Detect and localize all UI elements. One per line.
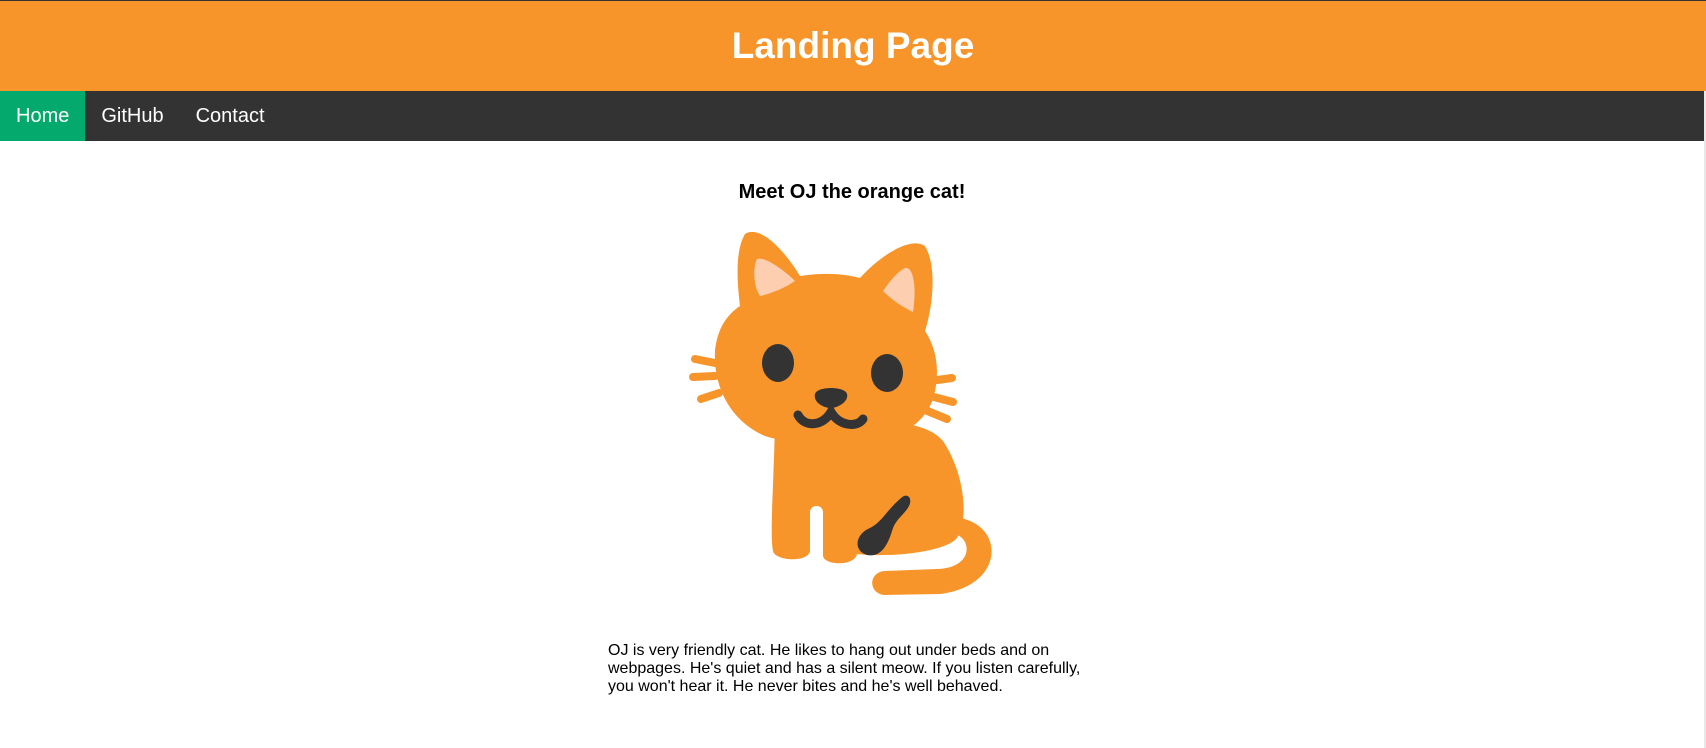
main-content: Meet OJ the orange cat! OJ is very frien…: [0, 141, 1704, 748]
landing-page: Landing Page Home GitHub Contact Meet OJ…: [0, 0, 1706, 748]
nav-item-contact[interactable]: Contact: [180, 91, 281, 141]
cat-description: OJ is very friendly cat. He likes to han…: [608, 642, 1081, 695]
cat-eye-left: [762, 344, 794, 382]
whiskers-left: [689, 355, 723, 403]
cat-heading: Meet OJ the orange cat!: [738, 181, 966, 203]
orange-cat-icon: [689, 231, 992, 595]
nav-item-home[interactable]: Home: [0, 91, 86, 141]
leg-gap: [810, 506, 823, 561]
cat-eye-right: [871, 354, 903, 392]
nav-item-github[interactable]: GitHub: [85, 91, 179, 141]
page-header: Landing Page: [0, 1, 1706, 91]
top-navbar: Home GitHub Contact: [0, 91, 1704, 141]
page-title: Landing Page: [731, 25, 975, 66]
